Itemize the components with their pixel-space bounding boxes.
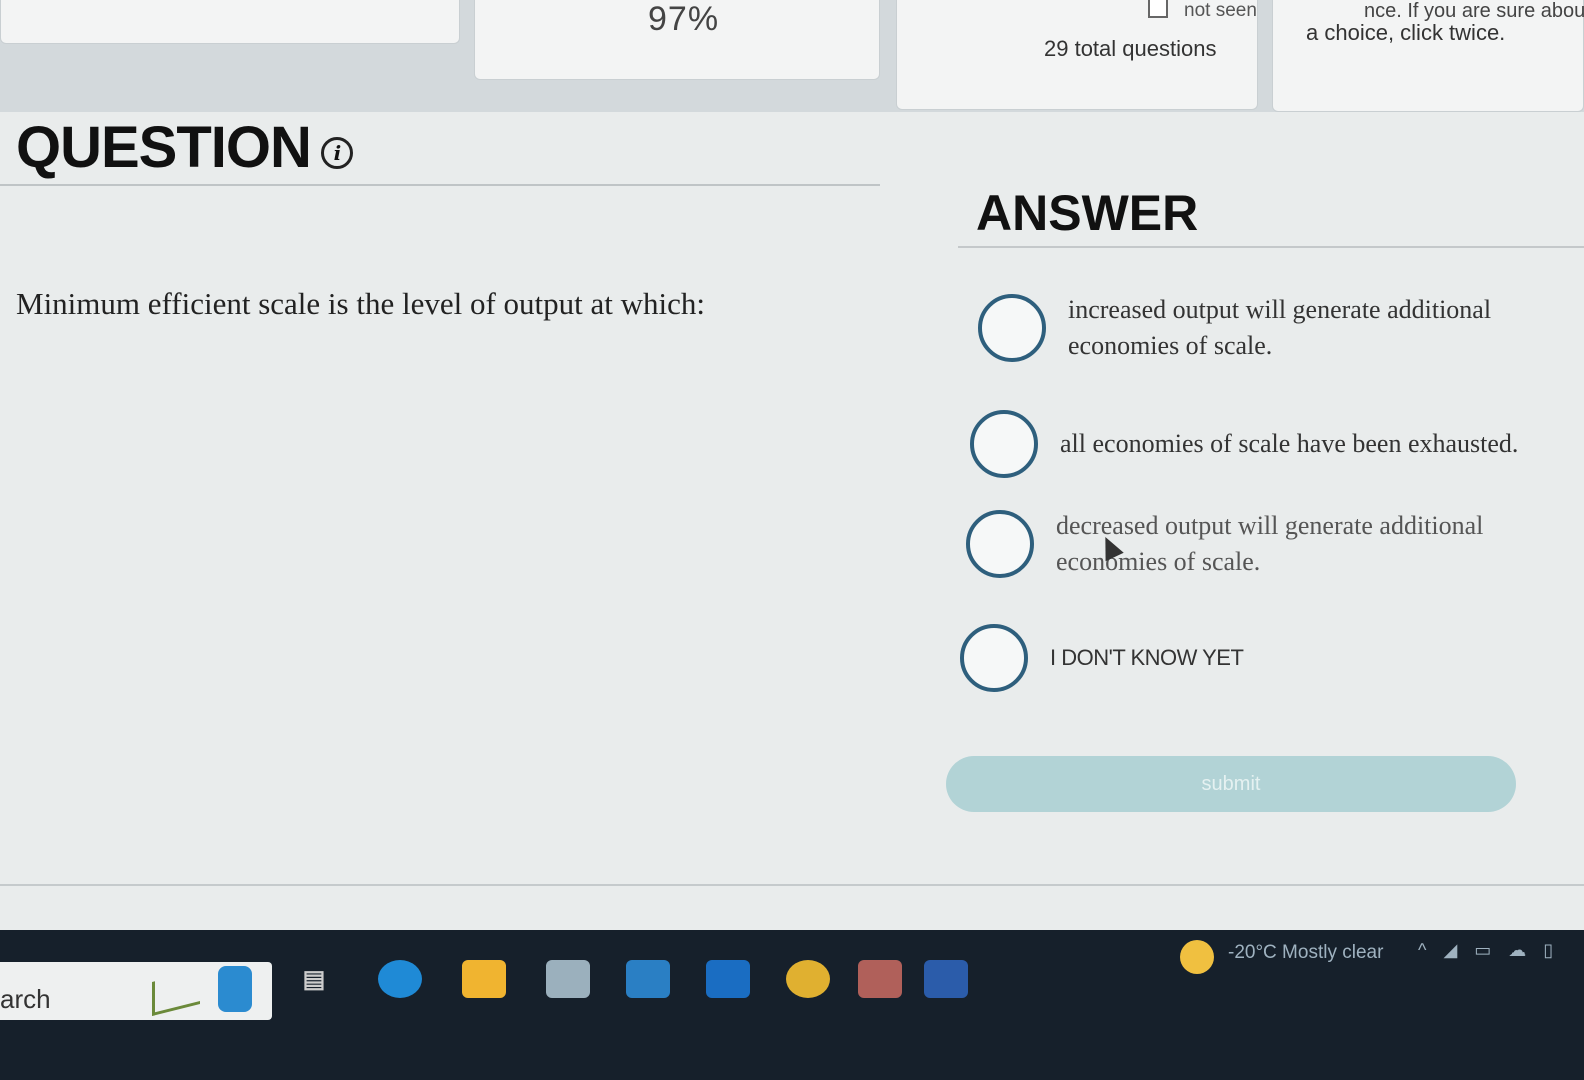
radio-button[interactable] — [966, 510, 1034, 578]
answer-option-label[interactable]: increased output will generate additiona… — [1068, 292, 1558, 364]
not-seen-label: not seen — [1184, 0, 1257, 21]
divider — [0, 884, 1584, 886]
task-view-icon[interactable]: ▤ — [292, 960, 336, 998]
store-icon[interactable] — [546, 960, 590, 998]
system-tray-icons[interactable]: ^ ◢ ▭ ☁ ▯ — [1418, 940, 1559, 961]
question-text: Minimum efficient scale is the level of … — [16, 286, 706, 321]
answer-option-label[interactable]: decreased output will generate additiona… — [1056, 508, 1526, 580]
outlook-icon[interactable] — [706, 960, 750, 998]
submit-button[interactable]: submit — [946, 756, 1516, 812]
question-heading: QUESTION i — [16, 114, 353, 181]
divider — [958, 246, 1584, 248]
answer-heading: ANSWER — [976, 185, 1199, 241]
answer-option-label[interactable]: all economies of scale have been exhaust… — [1060, 426, 1518, 462]
instruction-text: a choice, click twice. — [1306, 20, 1506, 45]
answer-option-1[interactable]: increased output will generate additiona… — [978, 292, 1558, 364]
not-seen-checkbox[interactable] — [1148, 0, 1168, 18]
word-icon[interactable] — [924, 960, 968, 998]
edge-icon[interactable] — [378, 960, 422, 998]
answer-option-label[interactable]: I DON'T KNOW YET — [1050, 640, 1244, 676]
taskbar-search-text[interactable]: arch — [0, 984, 51, 1015]
weather-icon[interactable] — [1180, 940, 1214, 974]
chrome-icon[interactable] — [786, 960, 830, 998]
widget-icon[interactable] — [218, 966, 252, 1012]
answer-option-2[interactable]: all economies of scale have been exhaust… — [970, 410, 1560, 478]
answer-option-dont-know[interactable]: I DON'T KNOW YET — [960, 624, 1360, 692]
progress-percent: 97% — [648, 0, 720, 38]
radio-button[interactable] — [960, 624, 1028, 692]
answer-option-3[interactable]: decreased output will generate additiona… — [966, 508, 1526, 580]
weather-status[interactable]: -20°C Mostly clear — [1228, 942, 1383, 964]
teams-icon[interactable] — [858, 960, 902, 998]
mail-icon[interactable] — [626, 960, 670, 998]
radio-button[interactable] — [970, 410, 1038, 478]
divider — [0, 184, 880, 186]
radio-button[interactable] — [978, 294, 1046, 362]
stat-card — [0, 0, 460, 44]
file-explorer-icon[interactable] — [462, 960, 506, 998]
question-heading-label: QUESTION — [16, 115, 312, 180]
info-icon[interactable]: i — [320, 136, 353, 169]
total-questions: 29 total questions — [1044, 36, 1217, 61]
